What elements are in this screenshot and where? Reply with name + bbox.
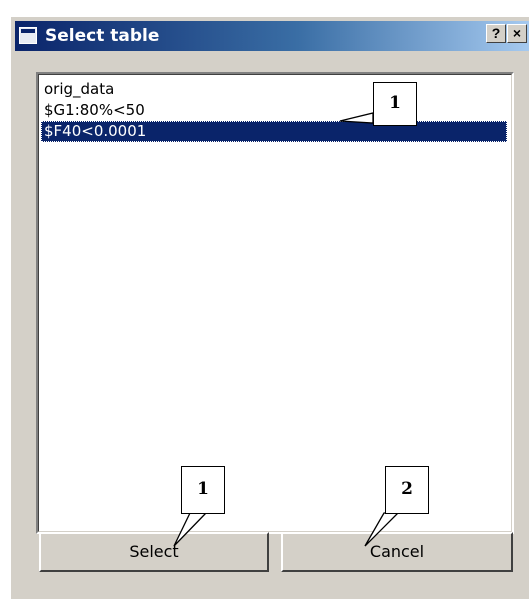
listbox-frame	[38, 74, 512, 532]
close-button[interactable]: ×	[507, 24, 527, 43]
window-icon	[19, 27, 37, 44]
list-item-orig-data[interactable]: orig_data	[41, 79, 507, 100]
title-bar[interactable]: Select table	[15, 21, 529, 51]
window-title: Select table	[45, 26, 160, 46]
cancel-callout: 2	[385, 466, 429, 514]
help-button[interactable]: ?	[486, 24, 506, 43]
list-item-f40-filter[interactable]: $F40<0.0001	[41, 121, 507, 142]
list-item-g1-filter[interactable]: $G1:80%<50	[41, 100, 507, 121]
table-listbox[interactable]: orig_data $G1:80%<50 $F40<0.0001	[36, 72, 514, 534]
cancel-button[interactable]: Cancel	[281, 532, 513, 572]
list-callout: 1	[373, 82, 417, 126]
select-button[interactable]: Select	[39, 532, 269, 572]
select-callout: 1	[181, 466, 225, 514]
